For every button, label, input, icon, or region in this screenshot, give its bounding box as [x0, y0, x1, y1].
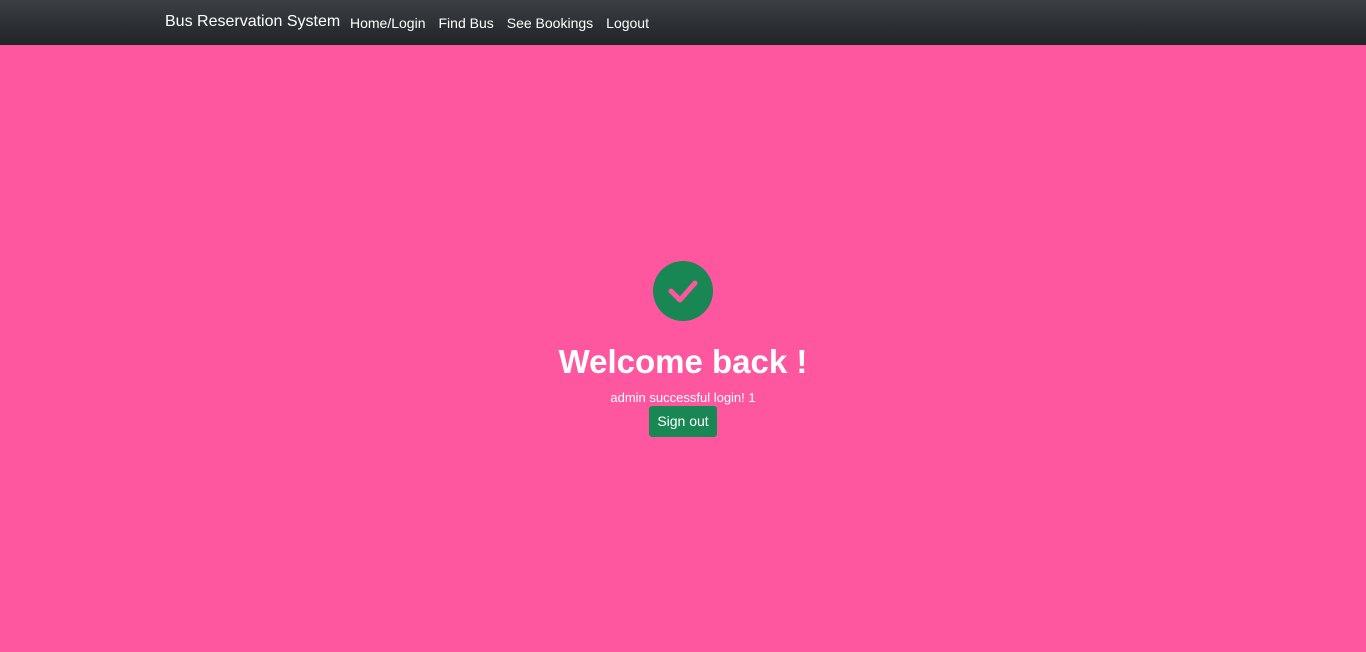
- check-circle-icon: [653, 261, 713, 321]
- welcome-panel: Welcome back ! admin successful login! 1…: [0, 261, 1366, 437]
- nav-link-see-bookings[interactable]: See Bookings: [507, 14, 593, 32]
- nav-link-find-bus[interactable]: Find Bus: [439, 14, 494, 32]
- nav-link-home-login[interactable]: Home/Login: [350, 14, 426, 32]
- nav-links: Home/Login Find Bus See Bookings Logout: [350, 14, 662, 32]
- login-status-message: admin successful login! 1: [610, 390, 756, 405]
- sign-out-button[interactable]: Sign out: [649, 406, 717, 437]
- navbar: Bus Reservation System Home/Login Find B…: [0, 0, 1366, 45]
- nav-link-logout[interactable]: Logout: [606, 14, 649, 32]
- welcome-heading: Welcome back !: [558, 343, 808, 380]
- checkmark-icon: [668, 280, 698, 303]
- navbar-brand[interactable]: Bus Reservation System: [165, 12, 340, 32]
